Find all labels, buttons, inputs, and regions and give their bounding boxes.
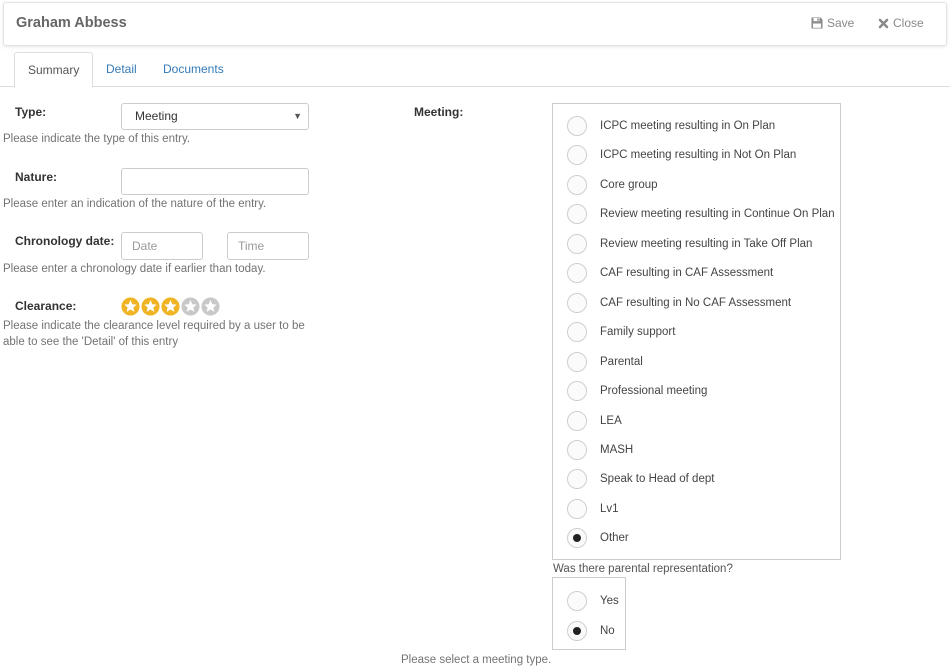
meeting-option[interactable]: Lv1	[567, 498, 619, 519]
star-icon[interactable]	[181, 297, 200, 316]
save-label: Save	[827, 16, 855, 30]
star-icon[interactable]	[201, 297, 220, 316]
radio-button[interactable]	[567, 591, 587, 611]
meeting-option-label: ICPC meeting resulting in On Plan	[600, 120, 776, 132]
clearance-rating	[121, 297, 221, 316]
meeting-option-label: Review meeting resulting in Take Off Pla…	[600, 237, 813, 250]
chronology-help: Please enter a chronology date if earlie…	[3, 263, 266, 275]
meeting-option[interactable]: MASH	[567, 439, 634, 460]
page-title: Graham Abbess	[16, 15, 127, 31]
radio-button[interactable]	[567, 528, 587, 549]
tab-bar: Summary Detail Documents	[0, 52, 950, 88]
type-select[interactable]: Meeting ▼	[121, 103, 309, 130]
star-icon[interactable]	[121, 297, 140, 316]
meeting-option[interactable]: CAF resulting in No CAF Assessment	[567, 292, 792, 313]
parental-radio-group: Yes No	[552, 577, 626, 650]
meeting-option[interactable]: Parental	[567, 351, 643, 372]
parental-option-label: Yes	[600, 595, 619, 607]
radio-button[interactable]	[567, 145, 587, 166]
floppy-disk-icon	[811, 17, 823, 29]
radio-button[interactable]	[567, 469, 587, 490]
radio-selected-dot	[573, 534, 581, 543]
date-input[interactable]	[121, 232, 203, 260]
radio-button[interactable]	[567, 351, 587, 372]
type-select-value: Meeting	[135, 109, 178, 123]
parental-option-label: No	[600, 624, 615, 637]
meeting-label: Meeting:	[414, 105, 464, 119]
radio-button[interactable]	[567, 204, 587, 225]
meeting-option[interactable]: Professional meeting	[567, 381, 708, 402]
meeting-option-label: CAF resulting in No CAF Assessment	[600, 296, 792, 309]
meeting-option-label: Professional meeting	[600, 385, 708, 398]
radio-button[interactable]	[567, 439, 587, 460]
meeting-option[interactable]: Review meeting resulting in Continue On …	[567, 204, 835, 225]
type-help: Please indicate the type of this entry.	[3, 133, 191, 145]
radio-button[interactable]	[567, 292, 587, 313]
nature-help: Please enter an indication of the nature…	[3, 198, 267, 210]
chronology-label: Chronology date:	[15, 234, 115, 248]
tab-documents[interactable]: Documents	[150, 52, 237, 87]
time-input[interactable]	[227, 232, 309, 260]
meeting-option-label: Parental	[600, 355, 643, 368]
meeting-option-label: Family support	[600, 326, 676, 339]
radio-button[interactable]	[567, 498, 587, 519]
parental-option[interactable]: No	[567, 620, 615, 641]
parental-question: Was there parental representation?	[553, 563, 733, 575]
meeting-option-label: Lv1	[600, 502, 619, 515]
radio-button[interactable]	[567, 322, 587, 343]
meeting-option[interactable]: Family support	[567, 322, 676, 343]
entry-header: Graham Abbess Save Close	[3, 2, 947, 46]
radio-button[interactable]	[567, 174, 587, 195]
star-icon[interactable]	[161, 297, 180, 316]
radio-button[interactable]	[567, 263, 587, 284]
caret-down-icon: ▼	[293, 111, 302, 121]
clearance-help-line-1: Please indicate the clearance level requ…	[3, 320, 305, 332]
radio-button[interactable]	[567, 381, 587, 402]
radio-button[interactable]	[567, 233, 587, 254]
meeting-option-label: MASH	[600, 443, 634, 456]
meeting-radio-group: ICPC meeting resulting in On Plan ICPC me…	[552, 103, 841, 560]
type-label: Type:	[15, 105, 47, 119]
meeting-option[interactable]: ICPC meeting resulting in Not On Plan	[567, 145, 797, 166]
radio-button[interactable]	[567, 116, 587, 136]
meeting-option-label: Review meeting resulting in Continue On …	[600, 208, 835, 221]
save-button[interactable]: Save	[811, 16, 854, 30]
meeting-option-label: Core group	[600, 178, 658, 191]
clearance-help-line-2: able to see the 'Detail' of this entry	[3, 336, 179, 348]
meeting-option-label: Other	[600, 532, 629, 545]
parental-option[interactable]: Yes	[567, 591, 619, 611]
close-label: Close	[893, 16, 924, 30]
meeting-option-label: LEA	[600, 414, 622, 427]
tab-detail[interactable]: Detail	[93, 52, 150, 87]
close-button[interactable]: Close	[878, 16, 924, 30]
meeting-option[interactable]: Review meeting resulting in Take Off Pla…	[567, 233, 813, 254]
clearance-label: Clearance:	[15, 299, 77, 313]
meeting-option-label: Speak to Head of dept	[600, 473, 715, 486]
meeting-option[interactable]: Core group	[567, 174, 658, 195]
radio-selected-dot	[573, 626, 581, 635]
meeting-option[interactable]: Speak to Head of dept	[567, 469, 715, 490]
tab-summary[interactable]: Summary	[14, 52, 94, 88]
meeting-option[interactable]: Other	[567, 528, 629, 549]
meeting-option[interactable]: CAF resulting in CAF Assessment	[567, 263, 774, 284]
nature-label: Nature:	[15, 170, 58, 184]
meeting-option-label: ICPC meeting resulting in Not On Plan	[600, 149, 797, 162]
x-icon	[878, 18, 889, 28]
nature-input[interactable]	[121, 168, 309, 195]
radio-button[interactable]	[567, 620, 587, 641]
meeting-option[interactable]: LEA	[567, 410, 622, 431]
star-icon[interactable]	[141, 297, 160, 316]
meeting-help: Please select a meeting type.	[401, 654, 552, 666]
radio-button[interactable]	[567, 410, 587, 431]
meeting-option-label: CAF resulting in CAF Assessment	[600, 267, 774, 280]
meeting-option[interactable]: ICPC meeting resulting in On Plan	[567, 116, 775, 136]
